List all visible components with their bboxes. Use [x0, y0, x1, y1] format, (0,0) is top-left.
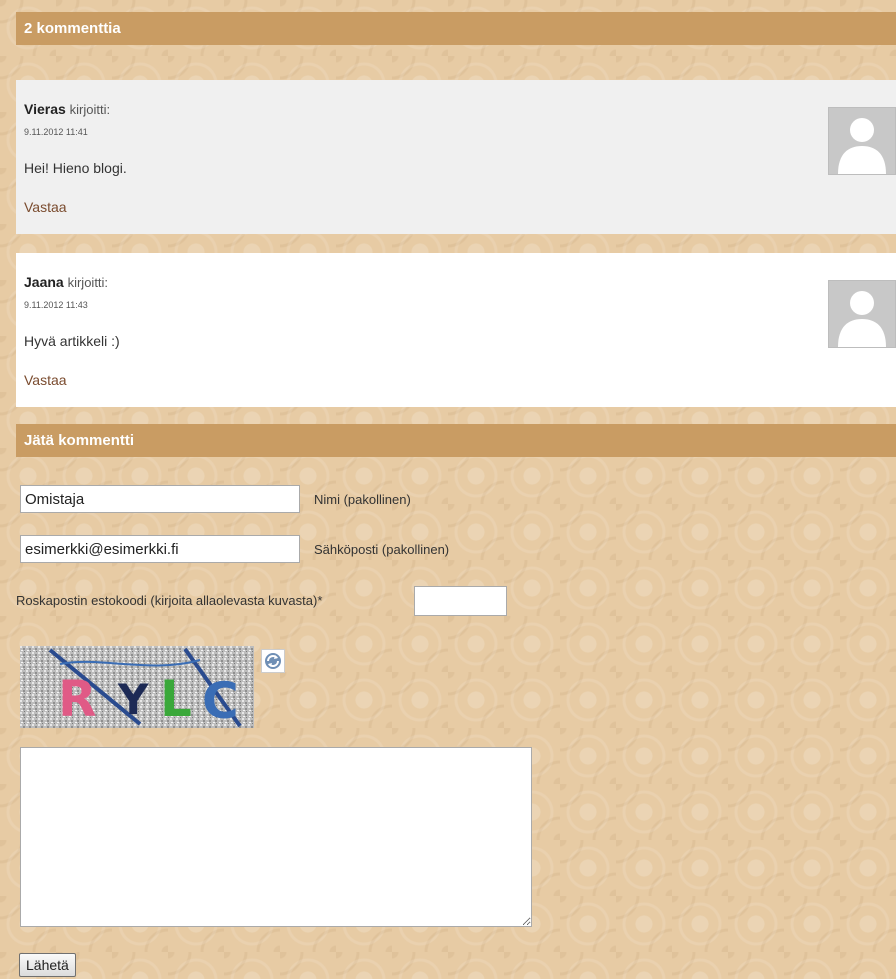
captcha-image: R Y L C [20, 646, 254, 730]
refresh-captcha-icon[interactable] [261, 649, 285, 673]
comment-author-line: Vieras kirjoitti: [24, 101, 110, 117]
reply-link[interactable]: Vastaa [24, 199, 67, 215]
default-avatar-icon [828, 107, 896, 175]
email-field-label: Sähköposti (pakollinen) [314, 542, 450, 557]
leave-comment-heading: Jätä kommentti [16, 424, 896, 457]
name-field-label: Nimi (pakollinen) [314, 492, 411, 507]
captcha-label: Roskapostin estokoodi (kirjoita allaolev… [16, 593, 323, 608]
comment-item: Jaana kirjoitti: 9.11.2012 11:43 Hyvä ar… [16, 253, 896, 407]
comment-wrote-label: kirjoitti: [69, 102, 111, 117]
comment-item: Vieras kirjoitti: 9.11.2012 11:41 Hei! H… [16, 80, 896, 234]
comment-textarea[interactable] [20, 747, 532, 927]
comment-date: 9.11.2012 11:41 [24, 127, 88, 137]
comment-author-line: Jaana kirjoitti: [24, 274, 108, 290]
comment-date: 9.11.2012 11:43 [24, 300, 88, 310]
captcha-letter: Y [117, 675, 149, 724]
default-avatar-icon [828, 280, 896, 348]
comment-author: Jaana [24, 274, 64, 290]
captcha-input[interactable] [414, 586, 507, 616]
comment-text: Hyvä artikkeli :) [24, 333, 120, 349]
comment-author: Vieras [24, 101, 66, 117]
comments-heading: 2 kommenttia [16, 12, 896, 45]
captcha-letter: R [58, 670, 97, 728]
captcha-letter: L [160, 670, 192, 728]
captcha-letter: C [202, 672, 239, 728]
email-field[interactable] [20, 535, 300, 563]
reply-link[interactable]: Vastaa [24, 372, 67, 388]
comment-wrote-label: kirjoitti: [67, 275, 109, 290]
submit-button[interactable]: Lähetä [19, 953, 76, 977]
comment-text: Hei! Hieno blogi. [24, 160, 127, 176]
name-field[interactable] [20, 485, 300, 513]
